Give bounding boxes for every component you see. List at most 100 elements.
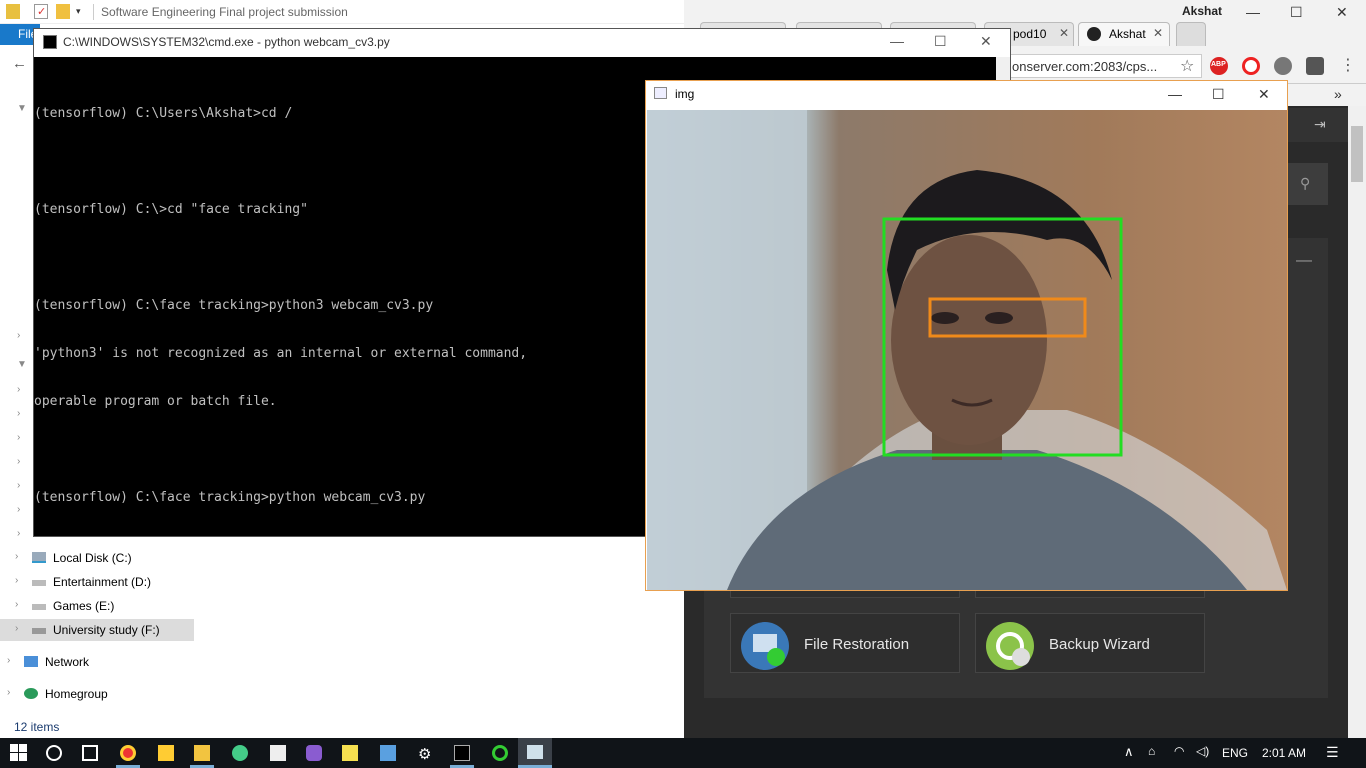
chevron-right-icon[interactable]: › (17, 330, 20, 341)
file-explorer-taskbar-icon[interactable] (194, 745, 210, 761)
file-restoration-card[interactable]: File Restoration (730, 613, 960, 673)
cmd-app-icon (43, 35, 57, 49)
maximize-icon[interactable]: ☐ (1290, 4, 1303, 21)
chevron-down-icon[interactable]: ▼ (17, 103, 27, 114)
console-line: operable program or batch file. (34, 394, 277, 409)
drive-icon (32, 628, 46, 634)
nav-item-entertainment-d[interactable]: › Entertainment (D:) (0, 571, 194, 593)
clock[interactable]: 2:01 AM (1262, 746, 1306, 760)
chevron-right-icon[interactable]: › (7, 655, 10, 666)
console-line: (tensorflow) C:\>cd "face tracking" (34, 202, 308, 217)
maximize-icon[interactable]: ☐ (1212, 86, 1225, 103)
title-divider (93, 4, 94, 20)
chevron-right-icon[interactable]: › (15, 575, 18, 586)
back-arrow-icon[interactable]: ← (12, 55, 27, 72)
power-icon[interactable]: ⌂ (1148, 744, 1155, 758)
extension-icon[interactable] (1306, 57, 1324, 75)
windows-start-icon[interactable] (10, 744, 27, 761)
nav-item-games-e[interactable]: › Games (E:) (0, 595, 194, 617)
chrome-taskbar-icon[interactable] (120, 745, 136, 761)
nav-label: Local Disk (C:) (53, 551, 132, 565)
cmd-output[interactable]: (tensorflow) C:\Users\Akshat>cd / (tenso… (34, 74, 644, 522)
img-taskbar-button[interactable] (518, 738, 552, 768)
scrollbar-thumb[interactable] (1351, 126, 1363, 182)
tray-chevron-up-icon[interactable]: ∧ (1124, 744, 1134, 760)
calculator-taskbar-icon[interactable] (270, 745, 286, 761)
chevron-right-icon[interactable]: › (17, 480, 20, 491)
img-window-title: img (675, 87, 695, 101)
chevron-right-icon[interactable]: › (17, 432, 20, 443)
sticky-notes-taskbar-icon[interactable] (342, 745, 358, 761)
app-taskbar-icon[interactable] (492, 745, 508, 761)
minimize-icon[interactable]: — (1168, 86, 1182, 102)
new-tab-button[interactable] (1176, 22, 1206, 46)
cmd-taskbar-icon[interactable] (454, 745, 470, 761)
adblock-plus-icon[interactable]: ABP (1210, 57, 1228, 75)
backup-wizard-card[interactable]: Backup Wizard (975, 613, 1205, 673)
close-icon[interactable]: ✕ (1258, 86, 1270, 103)
chrome-menu-icon[interactable]: ⋮ (1340, 55, 1356, 75)
bookmarks-overflow-icon[interactable]: » (1334, 86, 1342, 102)
github-icon (1087, 27, 1101, 41)
close-icon[interactable]: ✕ (1336, 4, 1348, 21)
profile-name[interactable]: Akshat (1182, 4, 1222, 18)
address-text: onserver.com:2083/cps... (1012, 59, 1158, 74)
app-taskbar-icon[interactable] (380, 745, 396, 761)
task-view-icon[interactable] (82, 745, 98, 761)
maximize-icon[interactable]: ☐ (934, 33, 947, 50)
new-folder-icon[interactable] (56, 4, 70, 19)
app-taskbar-icon[interactable] (232, 745, 248, 761)
chevron-right-icon[interactable]: › (7, 687, 10, 698)
browser-tab-akshat[interactable]: Akshat ✕ (1078, 22, 1170, 46)
img-app-icon (654, 87, 667, 99)
nav-item-network[interactable]: › Network (0, 651, 194, 673)
action-center-icon[interactable]: ☰ (1326, 744, 1339, 761)
card-label: File Restoration (804, 636, 910, 653)
bookmark-star-icon[interactable]: ☆ (1180, 56, 1194, 76)
extension-icon[interactable] (1274, 57, 1292, 75)
console-line: (tensorflow) C:\face tracking>python3 we… (34, 298, 434, 313)
nav-label: Network (45, 655, 90, 669)
chevron-right-icon[interactable]: › (17, 456, 20, 467)
chevron-right-icon[interactable]: › (17, 504, 20, 515)
chevron-right-icon[interactable]: › (17, 408, 20, 419)
chevron-down-icon[interactable]: ▼ (17, 359, 27, 370)
close-tab-icon[interactable]: ✕ (1059, 26, 1069, 40)
file-restoration-icon (741, 622, 789, 670)
settings-gear-icon[interactable]: ⚙ (418, 745, 434, 763)
close-tab-icon[interactable]: ✕ (1153, 26, 1163, 40)
console-line: (tensorflow) C:\Users\Akshat>cd / (34, 106, 293, 121)
chevron-right-icon[interactable]: › (17, 384, 20, 395)
tab-label: Akshat (1109, 27, 1146, 41)
app-taskbar-icon[interactable] (158, 745, 174, 761)
opera-icon[interactable] (1242, 57, 1260, 75)
webcam-image (647, 110, 1287, 590)
wifi-icon[interactable]: ◠ (1174, 744, 1184, 758)
cpanel-search-button[interactable]: ⚲ (1288, 163, 1328, 205)
nav-item-local-disk-c[interactable]: › Local Disk (C:) (0, 547, 194, 569)
chevron-right-icon[interactable]: › (15, 623, 18, 634)
app-taskbar-icon[interactable] (306, 745, 322, 761)
volume-icon[interactable]: ◁) (1196, 744, 1209, 758)
explorer-title: Software Engineering Final project submi… (101, 5, 348, 19)
page-scrollbar[interactable] (1348, 106, 1366, 738)
nav-item-homegroup[interactable]: › Homegroup (0, 683, 194, 705)
chevron-right-icon[interactable]: › (17, 528, 20, 539)
customize-quick-access-icon[interactable]: ▾ (76, 6, 90, 21)
nav-label: Games (E:) (53, 599, 115, 613)
chevron-right-icon[interactable]: › (15, 599, 18, 610)
close-icon[interactable]: ✕ (980, 33, 992, 50)
chevron-right-icon[interactable]: › (15, 551, 18, 562)
cpanel-header: ⇥ (1288, 108, 1348, 142)
card-label: Backup Wizard (1049, 636, 1150, 653)
properties-icon[interactable]: ✓ (34, 4, 48, 19)
language-indicator[interactable]: ENG (1222, 746, 1248, 760)
logout-icon[interactable]: ⇥ (1314, 116, 1326, 133)
cortana-icon[interactable] (46, 745, 62, 761)
minimize-icon[interactable]: — (1246, 4, 1260, 20)
nav-label: Homegroup (45, 687, 108, 701)
minimize-icon[interactable]: — (890, 33, 904, 49)
collapse-icon[interactable]: — (1296, 252, 1312, 270)
nav-item-university-study-f[interactable]: › University study (F:) (0, 619, 194, 641)
